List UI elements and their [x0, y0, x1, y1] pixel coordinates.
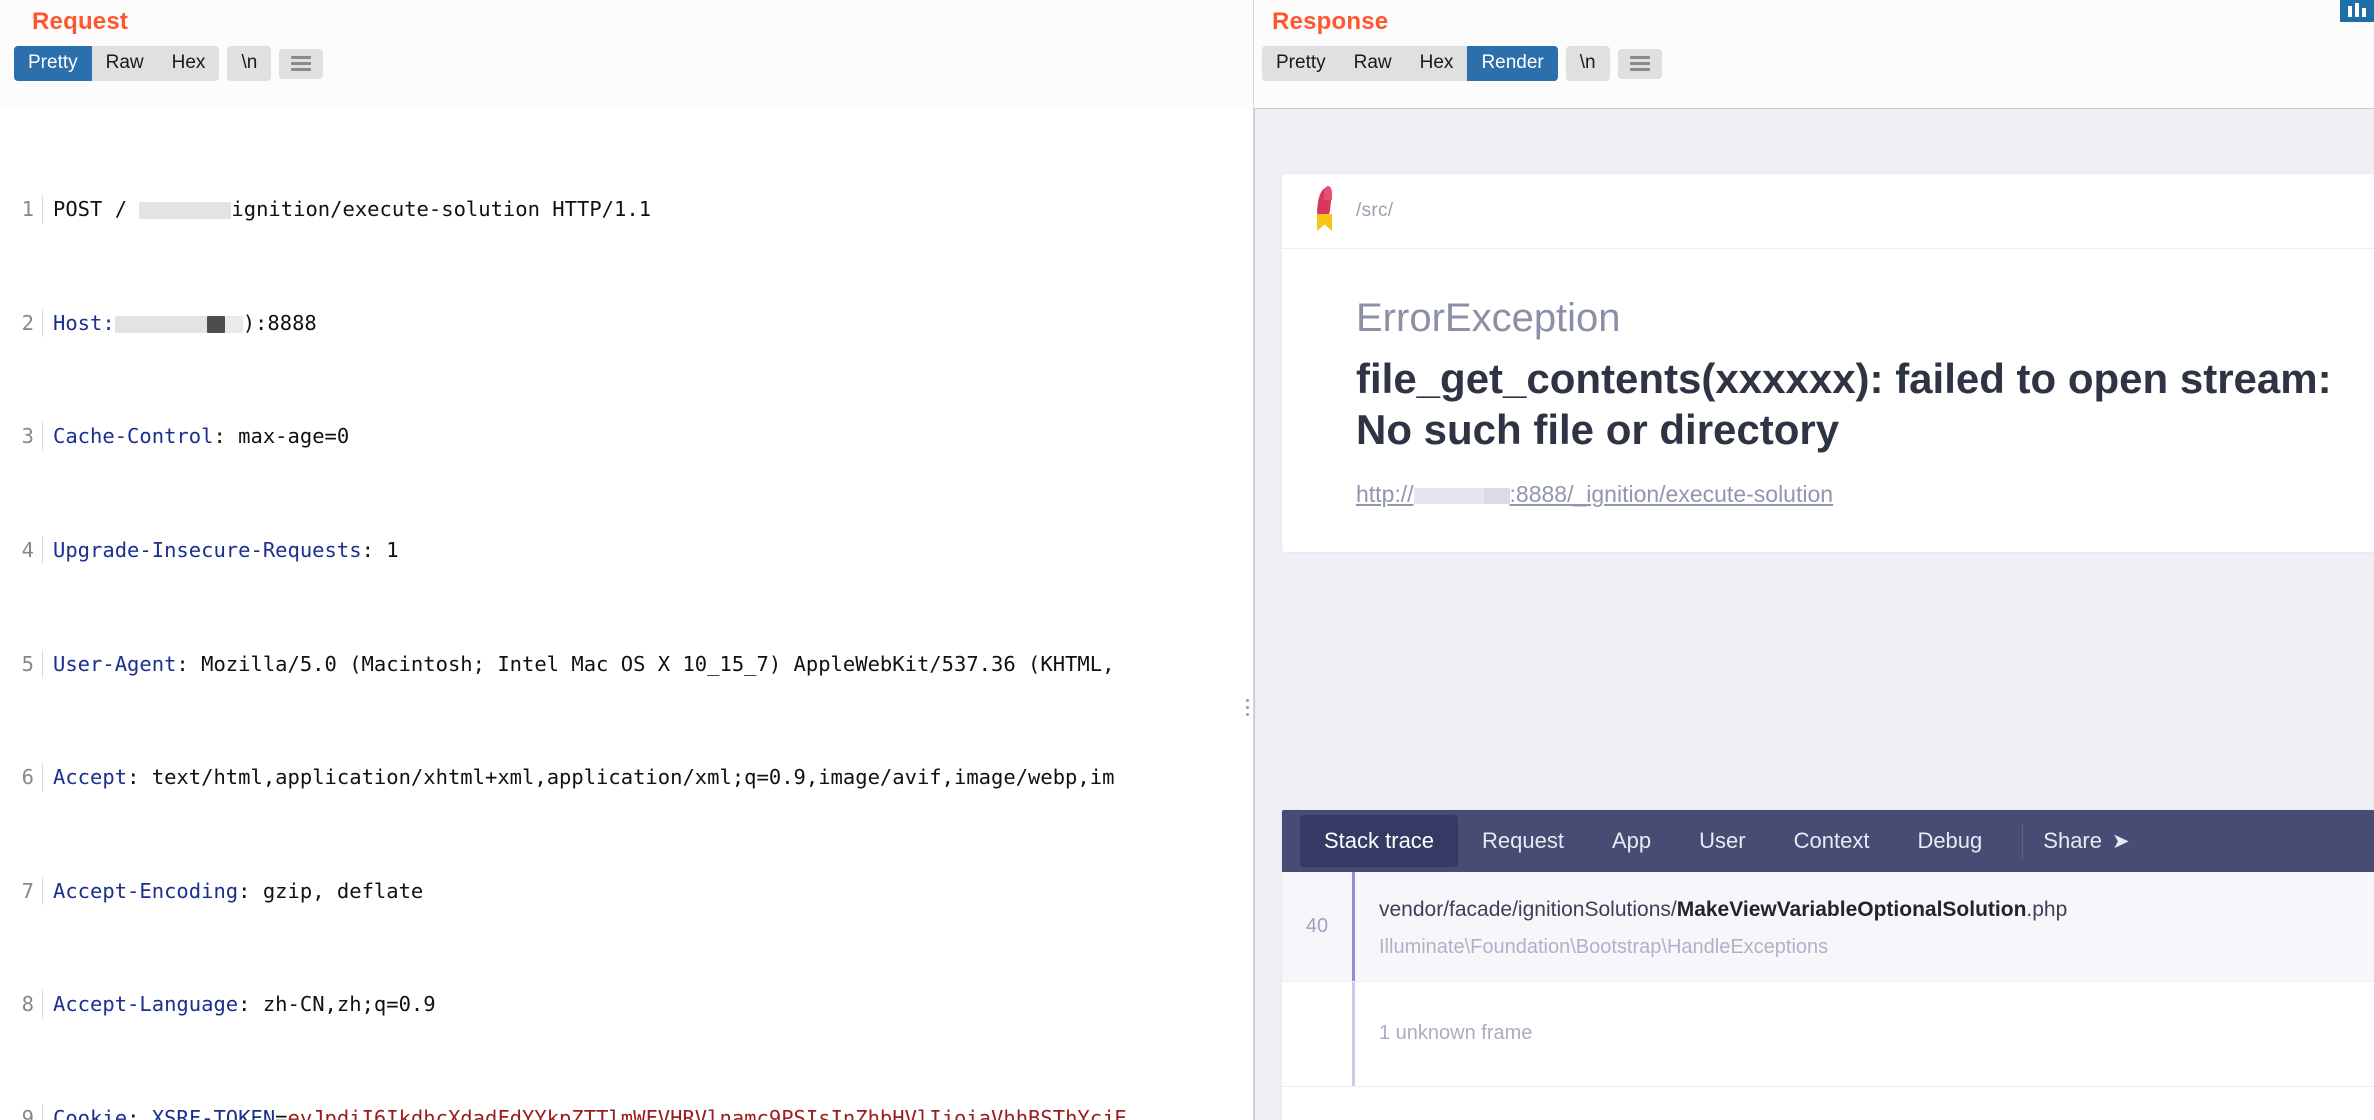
- code-line-cookie: 9 Cookie: XSRF-TOKEN=eyJpdiI6IkdhcXdadFd…: [0, 1104, 1253, 1120]
- line-number: 8: [0, 990, 43, 1018]
- frame-file-path: vendor/facade/ignitionSolutions/MakeView…: [1379, 894, 2067, 926]
- line-content: POST / ignition/execute-solution HTTP/1.…: [43, 195, 651, 223]
- code-line: 5 User-Agent: Mozilla/5.0 (Macintosh; In…: [0, 650, 1253, 678]
- line-number: 2: [0, 309, 43, 337]
- tab-app[interactable]: App: [1588, 815, 1675, 867]
- burp-request-response-viewer: Request Pretty Raw Hex \n 1 POST / ignit…: [0, 0, 2374, 1120]
- request-url-link[interactable]: http://:8888/_ignition/execute-solution: [1356, 481, 1833, 508]
- ignition-header: /src/: [1282, 174, 2374, 249]
- frame-label: 1 unknown frame: [1379, 1022, 1532, 1045]
- response-format-tabgroup: Pretty Raw Hex Render: [1262, 46, 1558, 81]
- line-number: 7: [0, 877, 43, 905]
- share-button[interactable]: Share ➤: [2039, 814, 2133, 868]
- request-newline-toggle[interactable]: \n: [227, 46, 271, 81]
- stack-frame-row[interactable]: 1 unknown frame: [1282, 982, 2374, 1087]
- stack-trace-card: Stack trace Request App User Context Deb…: [1281, 809, 2374, 1120]
- code-line: 6 Accept: text/html,application/xhtml+xm…: [0, 763, 1253, 791]
- line-number: 6: [0, 763, 43, 791]
- code-line: 8 Accept-Language: zh-CN,zh;q=0.9: [0, 990, 1253, 1018]
- tab-context[interactable]: Context: [1770, 815, 1894, 867]
- redacted-block: [115, 316, 207, 333]
- code-line: 3 Cache-Control: max-age=0: [0, 422, 1253, 450]
- request-tabbar: Pretty Raw Hex \n: [0, 36, 1253, 81]
- ignition-rocket-icon: [1312, 188, 1338, 234]
- frame-content: vendor/facade/ignitionSolutions/MakeView…: [1355, 872, 2067, 981]
- breadcrumb: /src/: [1356, 200, 1393, 222]
- hamburger-icon[interactable]: [1618, 49, 1662, 79]
- editor-scroll-handle[interactable]: [1243, 695, 1251, 731]
- exception-message: file_get_contents(xxxxxx): failed to ope…: [1356, 353, 2356, 455]
- hamburger-icon[interactable]: [279, 49, 323, 79]
- stack-frame-row[interactable]: 40 vendor/facade/ignitionSolutions/MakeV…: [1282, 872, 2374, 982]
- ignition-tabbar: Stack trace Request App User Context Deb…: [1282, 810, 2374, 872]
- line-content: Cookie: XSRF-TOKEN=eyJpdiI6IkdhcXdadFdYY…: [43, 1104, 1127, 1120]
- code-line: 7 Accept-Encoding: gzip, deflate: [0, 877, 1253, 905]
- frame-content: 1 unknown frame: [1355, 982, 1532, 1086]
- code-line: 2 Host:):8888: [0, 309, 1253, 337]
- request-format-tabgroup: Pretty Raw Hex: [14, 46, 219, 81]
- line-number: 4: [0, 536, 43, 564]
- code-line: 4 Upgrade-Insecure-Requests: 1: [0, 536, 1253, 564]
- line-number: 3: [0, 422, 43, 450]
- line-number: 9: [0, 1104, 43, 1120]
- ignition-error-card: /src/ ErrorException file_get_contents(x…: [1281, 173, 2374, 553]
- redacted-block: [1414, 488, 1484, 504]
- tab-user[interactable]: User: [1675, 815, 1769, 867]
- tab-response-pretty[interactable]: Pretty: [1262, 46, 1340, 81]
- line-content: Accept-Language: zh-CN,zh;q=0.9: [43, 990, 436, 1018]
- tab-debug[interactable]: Debug: [1893, 815, 2006, 867]
- tab-response-raw[interactable]: Raw: [1340, 46, 1406, 81]
- code-line: 1 POST / ignition/execute-solution HTTP/…: [0, 195, 1253, 223]
- line-content: User-Agent: Mozilla/5.0 (Macintosh; Inte…: [43, 650, 1114, 678]
- line-content: Accept-Encoding: gzip, deflate: [43, 877, 423, 905]
- response-newline-toggle[interactable]: \n: [1566, 46, 1610, 81]
- request-code-editor[interactable]: 1 POST / ignition/execute-solution HTTP/…: [0, 110, 1253, 1120]
- rendered-response-viewport: /src/ ErrorException file_get_contents(x…: [1254, 108, 2374, 1120]
- stack-frame-row[interactable]: 36 vendor frames...: [1282, 1087, 2374, 1120]
- ignition-error-body: ErrorException file_get_contents(xxxxxx)…: [1282, 249, 2374, 552]
- tab-request-hex[interactable]: Hex: [158, 46, 220, 81]
- frame-line-number: 40: [1282, 872, 1352, 981]
- line-number: 5: [0, 650, 43, 678]
- frame-content: 36 vendor frames...: [1355, 1087, 1551, 1120]
- redacted-block: [225, 316, 243, 333]
- tab-request[interactable]: Request: [1458, 815, 1588, 867]
- redacted-block: [139, 202, 231, 219]
- line-content: Upgrade-Insecure-Requests: 1: [43, 536, 399, 564]
- tab-request-pretty[interactable]: Pretty: [14, 46, 92, 81]
- request-panel: Request Pretty Raw Hex \n 1 POST / ignit…: [0, 0, 1254, 1120]
- response-panel: Response Pretty Raw Hex Render \n /src/: [1254, 0, 2374, 1120]
- line-content: Accept: text/html,application/xhtml+xml,…: [43, 763, 1114, 791]
- share-label: Share: [2043, 828, 2102, 854]
- line-content: Cache-Control: max-age=0: [43, 422, 349, 450]
- line-number: 1: [0, 195, 43, 223]
- line-content: Host:):8888: [43, 309, 317, 337]
- frame-class-name: Illuminate\Foundation\Bootstrap\HandleEx…: [1379, 936, 2067, 959]
- expand-plus-icon[interactable]: [1282, 1087, 1352, 1120]
- response-panel-title: Response: [1254, 0, 2374, 36]
- request-panel-title: Request: [0, 0, 1253, 36]
- tab-request-raw[interactable]: Raw: [92, 46, 158, 81]
- frame-line-number: [1282, 982, 1352, 1086]
- tab-response-hex[interactable]: Hex: [1406, 46, 1468, 81]
- share-arrow-icon: ➤: [2112, 829, 2130, 854]
- exception-type: ErrorException: [1356, 295, 2374, 341]
- response-tabbar: Pretty Raw Hex Render \n: [1254, 36, 2374, 81]
- redacted-block: [1484, 488, 1510, 504]
- tab-response-render[interactable]: Render: [1467, 46, 1557, 81]
- divider: [2022, 823, 2023, 859]
- redacted-block: [207, 316, 225, 333]
- window-corner-icon: [2340, 0, 2374, 22]
- tab-stack-trace[interactable]: Stack trace: [1300, 815, 1458, 867]
